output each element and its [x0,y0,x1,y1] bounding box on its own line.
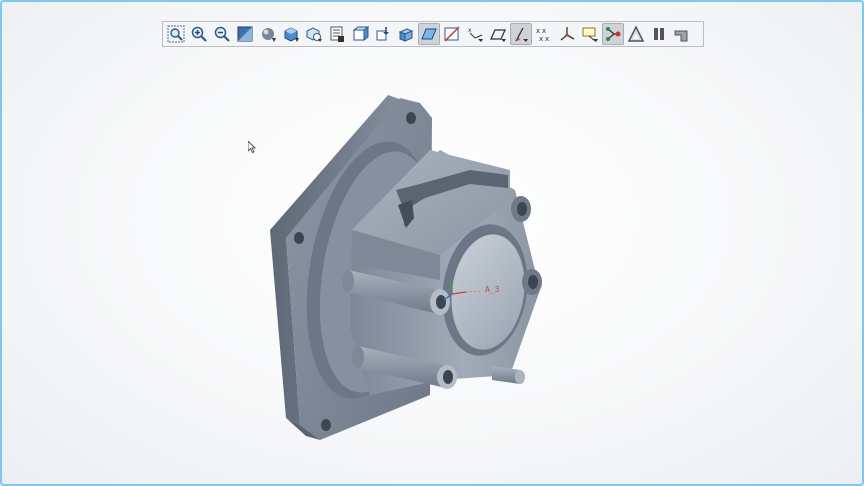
point-tag-button[interactable]: xxxx [533,23,555,45]
svg-text:x: x [545,35,549,43]
spin-center-button[interactable] [579,23,601,45]
svg-text:x: x [536,27,540,35]
flange-hole-left [294,232,304,244]
axis-display-button[interactable] [441,23,463,45]
flange-hole-bottom [321,419,331,431]
zoom-out-button[interactable] [211,23,233,45]
annotation-display-button[interactable] [509,23,532,45]
csys-tag-button[interactable] [556,23,578,45]
orient-icon [398,28,413,42]
model-tree-button[interactable] [601,23,624,45]
refit-icon [167,25,184,43]
point-display-button[interactable]: x [464,23,486,45]
view-manager-icon [330,26,344,42]
shading-icon [261,28,276,42]
plane-display-icon [420,28,437,40]
svg-text:x: x [468,27,472,34]
spin-center-icon [582,27,598,42]
repaint-button[interactable] [234,23,256,45]
zoom-in-button[interactable] [188,23,210,45]
flange-part[interactable] [270,95,542,440]
zoom-in-icon [191,26,207,42]
section-button[interactable] [349,23,371,45]
axis-display-icon [443,26,460,42]
model-tree-icon [605,27,620,41]
point-tag-icon: x xx x [536,27,549,43]
svg-text:x: x [539,35,543,43]
saved-views-button[interactable] [303,23,325,45]
view-manager-button[interactable] [326,23,348,45]
next-button[interactable] [671,23,693,45]
saved-views-icon [306,27,322,42]
point-display-icon: x [468,27,483,42]
repaint-icon [237,26,252,42]
next-icon [674,30,687,42]
perspective-button[interactable] [372,23,394,45]
mouse-pointer-icon [248,141,256,153]
graphics-toolbar: x xxxx [162,21,704,47]
plane-display-button[interactable] [417,23,440,45]
section-icon [352,26,369,41]
csys-tag-icon [560,27,574,41]
annotation-display-icon [514,27,528,42]
pause-icon [653,28,664,40]
shading-button[interactable] [257,23,279,45]
csys-display-icon [489,29,506,42]
pause-button[interactable] [648,23,670,45]
flange-hole-top [406,112,416,124]
model-viewport[interactable] [0,50,864,486]
display-style-icon [284,27,299,42]
zoom-out-icon [214,26,230,42]
triangle-button[interactable] [625,23,647,45]
csys-label: A_3 [485,285,500,294]
svg-text:x: x [542,27,546,35]
orient-button[interactable] [395,23,417,45]
refit-button[interactable] [165,23,187,45]
csys-display-button[interactable] [487,23,509,45]
display-style-button[interactable] [280,23,302,45]
perspective-icon [376,27,389,41]
triangle-icon [627,25,644,42]
